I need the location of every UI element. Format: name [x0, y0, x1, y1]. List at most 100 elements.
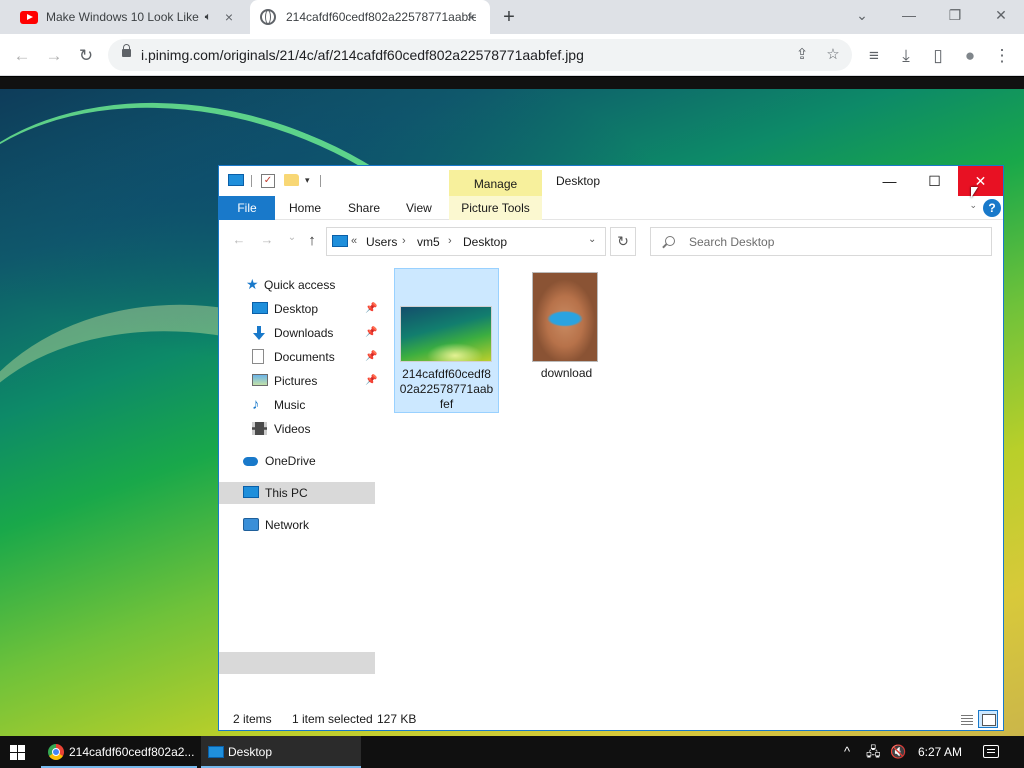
taskbar-item-label: Desktop	[228, 745, 273, 759]
up-button[interactable]: ↑	[302, 232, 322, 250]
speaker-icon[interactable]: 🔈︎	[205, 11, 212, 24]
side-panel-icon[interactable]: ▯	[925, 43, 951, 69]
browser-toolbar: ← → ↻ i.pinimg.com/originals/21/4c/af/21…	[0, 34, 1024, 76]
pin-icon[interactable]: 📌	[365, 322, 377, 344]
tab-title: Make Windows 10 Look Like	[46, 10, 199, 24]
quick-access-separator	[251, 175, 252, 187]
sidebar-item-desktop[interactable]: Desktop 📌	[252, 298, 377, 320]
share-icon[interactable]: ⇪	[792, 45, 812, 65]
globe-icon	[260, 9, 276, 25]
sidebar-item-network[interactable]: Network	[243, 514, 368, 536]
address-bar[interactable]: i.pinimg.com/originals/21/4c/af/214cafdf…	[108, 39, 852, 71]
explorer-maximize-button[interactable]: ☐	[912, 166, 957, 196]
pictures-icon	[252, 374, 268, 386]
pin-icon[interactable]: 📌	[365, 370, 377, 392]
manage-tab[interactable]: Manage	[449, 170, 542, 196]
sidebar-item-label: Documents	[274, 350, 335, 364]
breadcrumb-users[interactable]: Users	[366, 235, 397, 249]
sidebar-item-quick-access[interactable]: ★ Quick access	[246, 274, 371, 296]
volume-muted-icon[interactable]: 🔇	[890, 736, 906, 768]
explorer-title-bar[interactable]: ✓ ▾ Manage Desktop — ☐ ✕	[219, 166, 1003, 196]
windows-start-icon[interactable]	[10, 745, 26, 760]
chrome-menu-icon[interactable]: ⋮	[989, 43, 1015, 69]
file-thumbnail-download[interactable]	[532, 272, 598, 362]
tab-search-button[interactable]: ⌄	[840, 4, 884, 26]
sidebar-item-this-pc-selected-bg	[219, 652, 375, 674]
tab-file[interactable]: File	[219, 196, 275, 220]
pin-icon[interactable]: 📌	[365, 346, 377, 368]
search-input[interactable]	[689, 233, 979, 250]
youtube-icon	[20, 10, 38, 24]
breadcrumb-vm5[interactable]: vm5	[417, 235, 440, 249]
pin-icon[interactable]: 📌	[365, 298, 377, 320]
network-tray-icon[interactable]: 🖧	[866, 736, 881, 768]
bookmark-star-icon[interactable]: ☆	[823, 45, 843, 65]
tab-home[interactable]: Home	[289, 196, 321, 220]
taskbar: 214cafdf60cedf802a2... Desktop ^ 🖧 🔇 6:2…	[0, 736, 1024, 768]
explorer-minimize-button[interactable]: —	[867, 166, 912, 196]
file-thumbnail	[400, 306, 492, 362]
tray-chevron-icon[interactable]: ^	[844, 736, 850, 768]
quick-access-dropdown[interactable]: ▾	[305, 175, 310, 186]
selection-count: 1 item selected	[292, 712, 373, 726]
forward-button[interactable]: →	[41, 43, 67, 69]
taskbar-explorer[interactable]: Desktop	[201, 736, 361, 768]
breadcrumb-desktop[interactable]: Desktop	[463, 235, 507, 249]
tab-picture-tools[interactable]: Picture Tools	[449, 196, 542, 220]
star-icon: ★	[246, 276, 259, 292]
restore-button[interactable]: ❐	[933, 4, 977, 26]
media-controls-icon[interactable]: ≡	[861, 43, 887, 69]
this-pc-icon	[332, 235, 348, 247]
notifications-icon[interactable]	[983, 745, 999, 758]
tab-close-button[interactable]: ×	[462, 8, 480, 26]
breadcrumb-overflow[interactable]: «	[351, 235, 357, 247]
large-icons-view-button[interactable]	[978, 710, 998, 728]
explorer-nav-bar: ← → ⌄ ↑ « Users › vm5 › Desktop ⌄ ↻	[219, 220, 1003, 260]
taskbar-chrome[interactable]: 214cafdf60cedf802a2...	[41, 736, 197, 768]
tab-share[interactable]: Share	[348, 196, 380, 220]
file-explorer-icon	[208, 746, 224, 758]
tab-image[interactable]: 214cafdf60cedf802a22578771aabfef ×	[250, 0, 490, 34]
explorer-back-button[interactable]: ←	[229, 232, 249, 250]
new-tab-button[interactable]: +	[498, 6, 520, 28]
ribbon-expand-icon[interactable]: ⌄	[969, 200, 977, 211]
sidebar-item-downloads[interactable]: Downloads 📌	[252, 322, 377, 344]
file-item-wallpaper[interactable]: 214cafdf60cedf802a22578771aabfef	[394, 268, 499, 413]
details-view-button[interactable]	[956, 710, 976, 728]
refresh-button[interactable]: ↻	[610, 227, 636, 256]
sidebar-item-label: Music	[274, 398, 306, 412]
file-item-download[interactable]: download	[514, 366, 619, 382]
breadcrumb-separator[interactable]: ›	[448, 235, 452, 247]
address-dropdown[interactable]: ⌄	[588, 234, 596, 245]
image-top-border	[0, 77, 1024, 89]
tab-close-button[interactable]: ×	[220, 8, 238, 26]
recent-locations-button[interactable]: ⌄	[282, 232, 302, 250]
explorer-forward-button[interactable]: →	[257, 232, 277, 250]
lock-icon[interactable]	[122, 44, 131, 57]
document-icon	[252, 349, 264, 364]
sidebar-item-music[interactable]: ♪ Music	[252, 394, 377, 416]
sidebar-item-onedrive[interactable]: OneDrive	[243, 450, 368, 472]
help-icon[interactable]: ?	[983, 199, 1001, 217]
sidebar-item-documents[interactable]: Documents 📌	[252, 346, 377, 368]
sidebar-item-this-pc[interactable]: This PC	[219, 482, 375, 504]
search-box[interactable]	[650, 227, 992, 256]
back-button[interactable]: ←	[9, 43, 35, 69]
profile-avatar[interactable]: ●	[957, 43, 983, 69]
downloads-icon[interactable]: ⤓	[893, 43, 919, 69]
sidebar-item-videos[interactable]: Videos	[252, 418, 377, 440]
new-folder-icon[interactable]	[284, 174, 299, 186]
tab-view[interactable]: View	[406, 196, 432, 220]
url-text[interactable]: i.pinimg.com/originals/21/4c/af/214cafdf…	[141, 47, 584, 63]
reload-button[interactable]: ↻	[73, 43, 99, 69]
sidebar-item-pictures[interactable]: Pictures 📌	[252, 370, 377, 392]
close-button[interactable]: ✕	[979, 4, 1023, 26]
explorer-close-button[interactable]: ✕	[958, 166, 1003, 196]
minimize-button[interactable]: —	[887, 4, 931, 26]
breadcrumb-separator[interactable]: ›	[402, 235, 406, 247]
address-breadcrumb[interactable]: « Users › vm5 › Desktop ⌄	[326, 227, 606, 256]
desktop-icon	[252, 302, 268, 314]
properties-icon[interactable]: ✓	[261, 174, 275, 188]
clock[interactable]: 6:27 AM	[918, 736, 962, 768]
tab-youtube[interactable]: Make Windows 10 Look Like 🔈︎ ×	[8, 0, 248, 34]
